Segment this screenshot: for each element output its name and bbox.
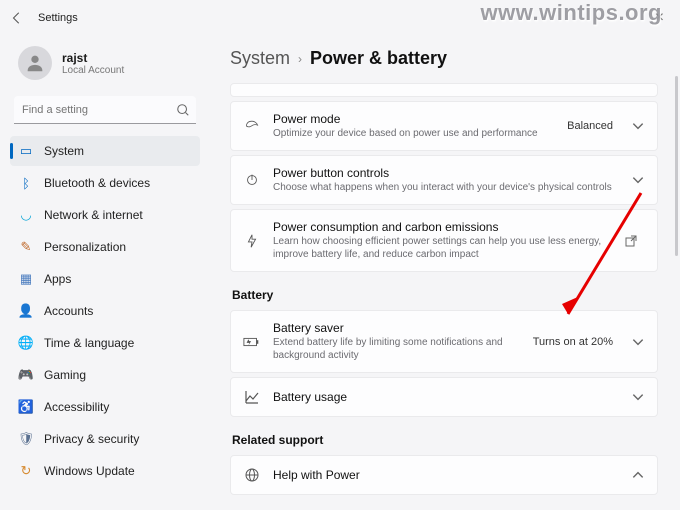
nav-label: Bluetooth & devices <box>44 176 150 190</box>
search-icon <box>176 103 190 117</box>
section-battery: Battery <box>232 288 658 302</box>
card-sub: Extend battery life by limiting some not… <box>273 336 521 362</box>
privacy-icon: 🛡 <box>18 431 34 447</box>
partial-card[interactable] <box>230 83 658 97</box>
wifi-icon: ◡ <box>18 207 34 223</box>
link-adjusting-power[interactable]: Adjusting power and sleep settings <box>230 499 658 510</box>
window-title: Settings <box>38 12 78 24</box>
sidebar-item-update[interactable]: ↻ Windows Update <box>10 456 200 486</box>
user-block[interactable]: rajst Local Account <box>10 40 200 92</box>
sidebar: rajst Local Account ▭ System ᛒ Bluetooth &… <box>0 36 210 510</box>
search-box[interactable] <box>14 96 196 124</box>
accounts-icon: 👤 <box>18 303 34 319</box>
card-battery-saver[interactable]: Battery saver Extend battery life by lim… <box>230 310 658 373</box>
card-carbon[interactable]: Power consumption and carbon emissions L… <box>230 209 658 272</box>
back-button[interactable] <box>10 11 24 25</box>
card-title: Power button controls <box>273 166 619 180</box>
sidebar-item-accounts[interactable]: 👤 Accounts <box>10 296 200 326</box>
card-sub: Choose what happens when you interact wi… <box>273 181 619 194</box>
battery-saver-value: Turns on at 20% <box>533 336 613 348</box>
breadcrumb-current: Power & battery <box>310 48 447 69</box>
nav-label: Time & language <box>44 336 134 350</box>
nav-label: Windows Update <box>44 464 135 478</box>
gaming-icon: 🎮 <box>18 367 34 383</box>
nav-label: Apps <box>44 272 71 286</box>
accessibility-icon: ♿ <box>18 399 34 415</box>
sidebar-item-system[interactable]: ▭ System <box>10 136 200 166</box>
titlebar: Settings × <box>0 0 680 36</box>
card-title: Help with Power <box>273 468 619 482</box>
chevron-right-icon: › <box>298 52 302 66</box>
nav-label: Accessibility <box>44 400 109 414</box>
power-button-icon <box>243 171 261 189</box>
close-button[interactable]: × <box>649 9 670 27</box>
card-title: Power consumption and carbon emissions <box>273 220 613 234</box>
battery-saver-icon <box>243 333 261 351</box>
globe-icon <box>243 466 261 484</box>
card-title: Battery usage <box>273 390 619 404</box>
nav-label: Accounts <box>44 304 93 318</box>
power-mode-value: Balanced <box>567 120 613 132</box>
scrollbar[interactable] <box>675 76 678 256</box>
card-title: Power mode <box>273 112 555 126</box>
section-related: Related support <box>232 433 658 447</box>
card-battery-usage[interactable]: Battery usage <box>230 377 658 417</box>
brush-icon: ✎ <box>18 239 34 255</box>
sidebar-item-apps[interactable]: ▦ Apps <box>10 264 200 294</box>
battery-usage-icon <box>243 388 261 406</box>
nav-label: Network & internet <box>44 208 143 222</box>
apps-icon: ▦ <box>18 271 34 287</box>
chevron-down-icon <box>631 119 645 133</box>
nav-label: Privacy & security <box>44 432 139 446</box>
card-help[interactable]: Help with Power <box>230 455 658 495</box>
card-title: Battery saver <box>273 321 521 335</box>
chevron-down-icon <box>631 390 645 404</box>
chevron-up-icon <box>631 468 645 482</box>
nav-label: Personalization <box>44 240 126 254</box>
avatar <box>18 46 52 80</box>
update-icon: ↻ <box>18 463 34 479</box>
chevron-down-icon <box>631 173 645 187</box>
nav-label: System <box>44 144 84 158</box>
sidebar-item-gaming[interactable]: 🎮 Gaming <box>10 360 200 390</box>
sidebar-item-personalization[interactable]: ✎ Personalization <box>10 232 200 262</box>
sidebar-item-network[interactable]: ◡ Network & internet <box>10 200 200 230</box>
energy-icon <box>243 232 261 250</box>
time-icon: 🌐 <box>18 335 34 351</box>
breadcrumb: System › Power & battery <box>230 48 658 69</box>
bluetooth-icon: ᛒ <box>18 175 34 191</box>
chevron-down-icon <box>631 335 645 349</box>
nav-label: Gaming <box>44 368 86 382</box>
sidebar-item-privacy[interactable]: 🛡 Privacy & security <box>10 424 200 454</box>
search-input[interactable] <box>22 104 176 116</box>
card-power-mode[interactable]: Power mode Optimize your device based on… <box>230 101 658 151</box>
card-power-button[interactable]: Power button controls Choose what happen… <box>230 155 658 205</box>
sidebar-item-time[interactable]: 🌐 Time & language <box>10 328 200 358</box>
external-link-icon <box>625 235 637 247</box>
user-name: rajst <box>62 51 124 65</box>
breadcrumb-parent[interactable]: System <box>230 48 290 69</box>
sidebar-item-accessibility[interactable]: ♿ Accessibility <box>10 392 200 422</box>
card-sub: Optimize your device based on power use … <box>273 127 555 140</box>
sidebar-item-bluetooth[interactable]: ᛒ Bluetooth & devices <box>10 168 200 198</box>
power-mode-icon <box>243 117 261 135</box>
user-account: Local Account <box>62 65 124 76</box>
nav-list: ▭ System ᛒ Bluetooth & devices ◡ Network & … <box>10 136 200 486</box>
system-icon: ▭ <box>18 143 34 159</box>
card-sub: Learn how choosing efficient power setti… <box>273 235 613 261</box>
content-pane: System › Power & battery Power mode Opti… <box>210 36 680 510</box>
